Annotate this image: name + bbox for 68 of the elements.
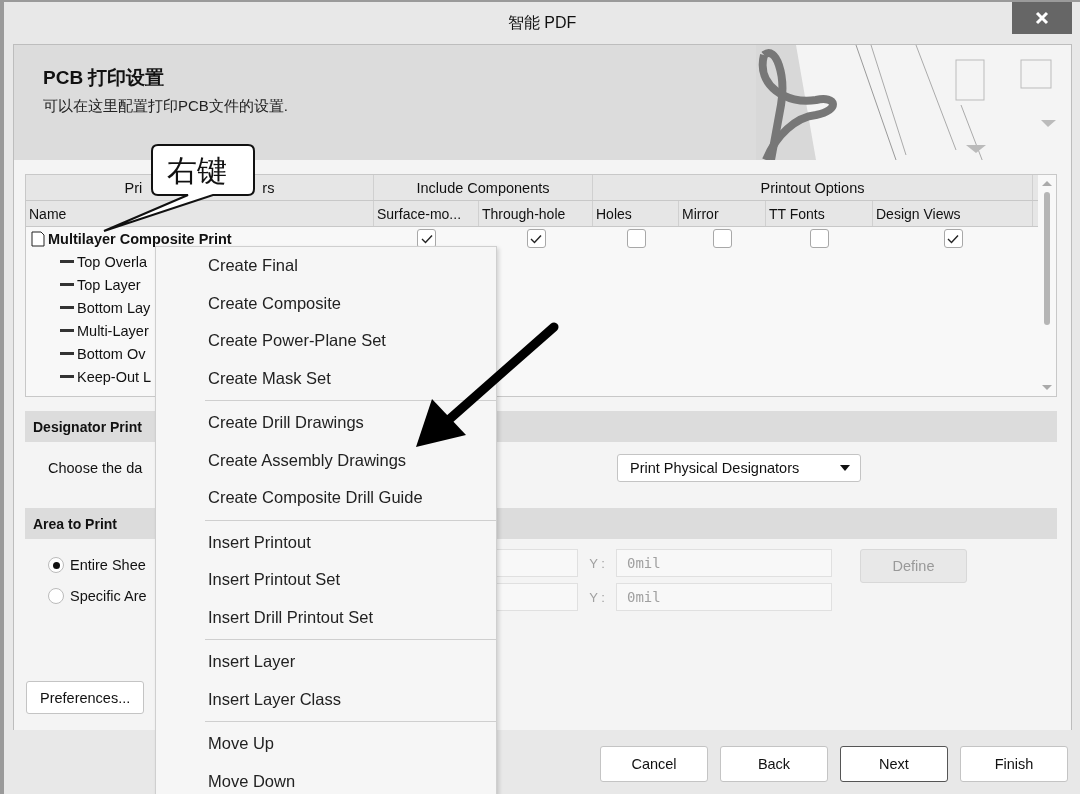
column-group-header: Pri [124, 179, 143, 196]
column-header[interactable]: TT Fonts [766, 201, 873, 226]
check-icon [947, 233, 959, 244]
window-title: 智能 PDF [507, 12, 577, 33]
radio-label: Entire Shee [70, 557, 146, 573]
tree-item[interactable]: Top Layer [77, 276, 141, 293]
dialog-button[interactable]: Back [720, 746, 828, 782]
menu-item[interactable]: Insert Drill Printout Set [205, 598, 496, 636]
column-header[interactable]: Through-hole [479, 201, 593, 226]
tree-item[interactable]: Keep-Out L [77, 368, 152, 385]
close-icon [1035, 11, 1049, 25]
tree-item[interactable]: Bottom Ov [77, 345, 146, 362]
menu-item[interactable]: Move Down [205, 762, 496, 794]
field-label: Y : [588, 589, 606, 605]
column-header[interactable]: Mirror [679, 201, 766, 226]
layer-icon [60, 352, 74, 355]
menu-item[interactable]: Create Composite Drill Guide [205, 479, 496, 517]
layer-icon [60, 283, 74, 286]
menu-item[interactable]: Create Composite [205, 284, 496, 322]
column-header[interactable]: Surface-mo... [374, 201, 479, 226]
callout-text: 右键 [167, 153, 227, 189]
dialog-button[interactable]: Next [840, 746, 948, 782]
menu-item[interactable]: Create Mask Set [205, 359, 496, 397]
section-title: Designator Print [33, 418, 142, 435]
menu-item[interactable]: Create Assembly Drawings [205, 441, 496, 479]
tree-item[interactable]: Top Overla [77, 253, 148, 270]
checkbox[interactable] [810, 229, 829, 248]
designator-dropdown[interactable]: Print Physical Designators [617, 454, 861, 482]
check-icon [420, 233, 433, 244]
column-header[interactable]: Holes [593, 201, 679, 226]
menu-item[interactable]: Create Power-Plane Set [205, 322, 496, 360]
column-group-header: Include Components [416, 179, 550, 196]
document-icon [30, 230, 46, 247]
dialog-button[interactable]: Cancel [600, 746, 708, 782]
tree-item[interactable]: Multilayer Composite Print [48, 230, 232, 247]
layer-icon [60, 375, 74, 378]
checkbox[interactable] [943, 229, 963, 248]
checkbox[interactable] [526, 229, 546, 248]
menu-item[interactable]: Insert Printout [205, 523, 496, 561]
layer-icon [60, 260, 74, 263]
column-group-header: rs [262, 179, 275, 196]
radio-button[interactable] [48, 557, 64, 573]
tree-item[interactable]: Multi-Layer [77, 322, 149, 339]
page-title: PCB 打印设置 [43, 66, 166, 90]
check-icon [530, 233, 542, 244]
column-header[interactable]: Design Views [873, 201, 1033, 226]
column-group-header: Printout Options [760, 179, 865, 196]
menu-item[interactable]: Insert Layer Class [205, 680, 496, 718]
field-label: Y : [588, 555, 606, 571]
menu-item[interactable]: Create Final [205, 247, 496, 285]
dropdown-caret-icon [840, 465, 850, 471]
dialog-button[interactable]: Finish [960, 746, 1068, 782]
menu-item[interactable]: Move Up [205, 725, 496, 763]
preferences-button[interactable]: Preferences... [26, 681, 145, 714]
menu-item[interactable]: Insert Layer [205, 643, 496, 681]
menu-item[interactable]: Create Drill Drawings [205, 404, 496, 442]
layer-icon [60, 329, 74, 332]
checkbox[interactable] [626, 229, 646, 248]
close-button[interactable] [1012, 2, 1072, 34]
radio-button[interactable] [48, 588, 64, 604]
layer-icon [60, 306, 74, 309]
checkbox[interactable] [713, 229, 732, 248]
page-subtitle: 可以在这里配置打印PCB文件的设置. [43, 97, 288, 116]
radio-label: Specific Are [70, 588, 147, 604]
menu-item[interactable]: Insert Printout Set [205, 561, 496, 599]
tree-item[interactable]: Bottom Lay [77, 299, 151, 316]
prompt-label: Choose the da [48, 460, 143, 476]
section-title: Area to Print [33, 515, 117, 532]
